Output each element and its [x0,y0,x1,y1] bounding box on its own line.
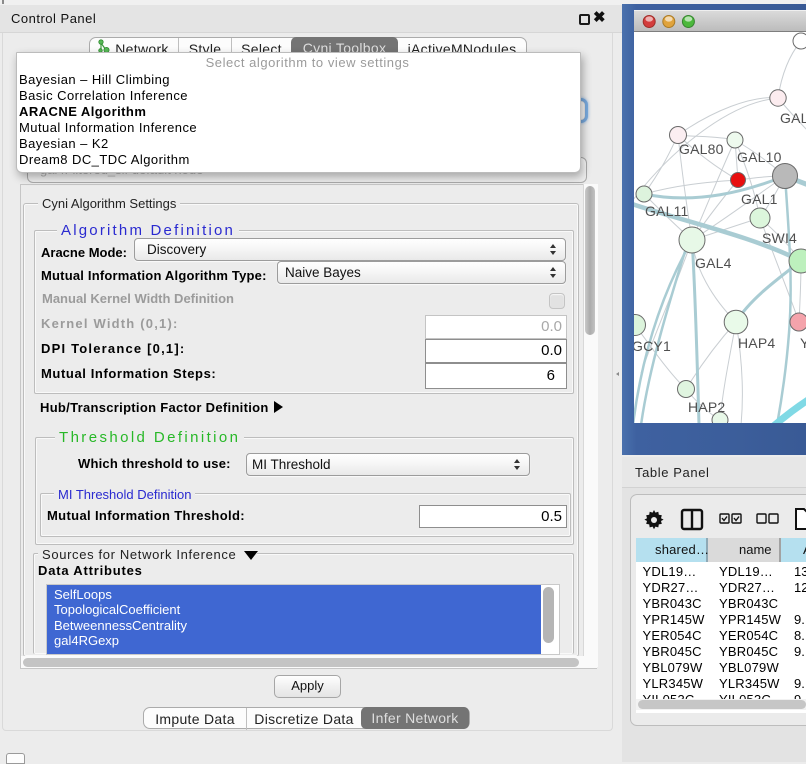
svg-text:HAP2: HAP2 [688,399,725,415]
svg-text:Y: Y [800,335,806,351]
svg-text:GAL11: GAL11 [645,203,689,219]
svg-text:GAL: GAL [780,110,806,126]
svg-text:GAL10: GAL10 [737,149,782,165]
svg-text:GCY1: GCY1 [634,338,671,354]
svg-text:GAL1: GAL1 [741,191,778,207]
svg-text:SWI4: SWI4 [762,230,797,246]
svg-text:HAP4: HAP4 [738,335,775,351]
svg-text:GAL80: GAL80 [679,141,724,157]
svg-text:GAL4: GAL4 [695,255,732,271]
